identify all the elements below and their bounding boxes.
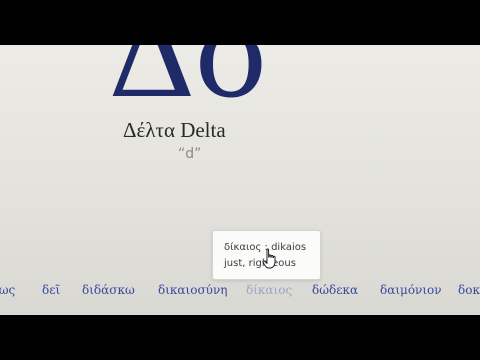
letter-name: Δέλτα Delta xyxy=(123,118,226,142)
vocab-link[interactable]: ιως xyxy=(0,283,15,297)
vocab-link[interactable]: δοκ xyxy=(458,283,480,297)
letter-transliteration: “d” xyxy=(178,146,202,162)
hand-pointer-icon xyxy=(262,248,276,269)
vocab-link[interactable]: διδάσκω xyxy=(82,283,135,297)
vocab-link[interactable]: δεῖ xyxy=(42,283,60,297)
tooltip-meaning: just, righteous xyxy=(224,258,296,269)
letter-glyph: Δδ xyxy=(108,45,268,125)
vocab-link[interactable]: δαιμόνιον xyxy=(380,283,442,297)
monitor-screen: Δδ Δέλτα Delta “d” δίκαιος : dikaios jus… xyxy=(0,45,480,315)
vocab-link-hovered[interactable]: δίκαιος xyxy=(246,283,292,297)
vocab-link[interactable]: δικαιοσύνη xyxy=(158,283,227,297)
vocab-link[interactable]: δώδεκα xyxy=(312,283,358,297)
vocab-list: ιως δεῖ διδάσκω δικαιοσύνη δίκαιος δώδεκ… xyxy=(0,283,480,315)
